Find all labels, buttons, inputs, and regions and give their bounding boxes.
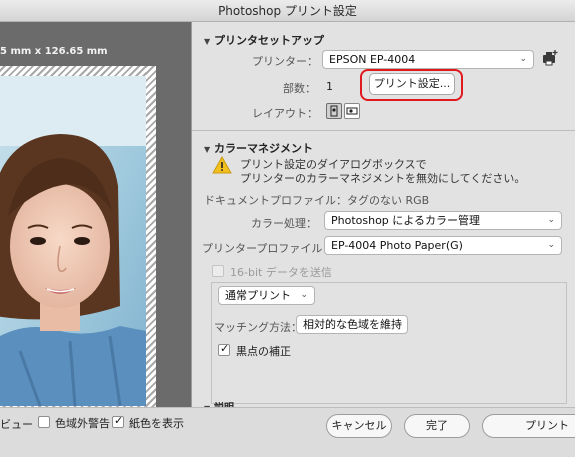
color-handling-value: Photoshop によるカラー管理 [331,214,480,227]
normal-print-value: 通常プリント [225,289,291,302]
chevron-down-icon: ⌄ [519,54,527,64]
printer-profile-label: プリンタープロファイル： [202,242,334,255]
preview-photo [0,76,146,406]
document-profile-text: ドキュメントプロファイル：タグのない RGB [204,194,430,207]
bottom-bar: ビュー 色域外警告 紙色を表示 キャンセル 完了 プリント [0,407,575,457]
add-printer-icon[interactable] [541,48,559,68]
chevron-down-icon: ⌄ [547,240,555,250]
printer-profile-value: EP-4004 Photo Paper(G) [331,239,463,252]
print-button[interactable]: プリント [482,414,575,438]
printer-select-value: EPSON EP-4004 [329,53,416,66]
send-16bit-checkbox[interactable] [212,265,224,277]
color-management-section-header[interactable]: ▼ カラーマネジメント [204,140,313,156]
landscape-layout-icon[interactable] [344,103,360,119]
print-settings-highlight [360,69,463,101]
copies-field[interactable]: 1 [326,80,333,93]
printer-profile-select[interactable]: EP-4004 Photo Paper(G) ⌄ [324,236,562,255]
paper-margin-top [0,66,156,76]
printer-setup-heading: プリンタセットアップ [214,34,324,47]
copies-label: 部数： [283,82,316,95]
black-point-label: 黒点の補正 [236,345,291,358]
color-handling-select[interactable]: Photoshop によるカラー管理 ⌄ [324,211,562,230]
normal-print-select[interactable]: 通常プリント ⌄ [218,286,315,305]
portrait-photo-image [0,76,146,406]
send-16bit-label: 16-bit データを送信 [230,266,332,279]
chevron-down-icon: ⌄ [547,215,555,225]
section-divider [192,130,575,131]
layout-label: レイアウト： [252,107,318,120]
paper-margin-right [146,66,156,416]
color-management-heading: カラーマネジメント [214,142,313,155]
printer-label: プリンター： [252,55,318,68]
black-point-checkbox[interactable] [218,342,230,356]
preview-option-label: ビュー [0,418,33,431]
window-title: Photoshop プリント設定 [0,0,575,22]
chevron-down-icon: ⌄ [300,290,308,300]
matching-method-label: マッチング方法： [214,321,302,334]
chevron-down-icon: ⌄ [393,319,401,329]
matching-method-value: 相対的な色域を維持 [303,318,402,331]
print-preview-pane: 5 mm x 126.65 mm [0,22,191,416]
portrait-layout-icon[interactable] [326,103,342,119]
cancel-button[interactable]: キャンセル [326,414,392,438]
print-dimensions-label: 5 mm x 126.65 mm [0,46,108,57]
warning-line-2: プリンターのカラーマネジメントを無効にしてください。 [240,172,526,185]
done-button[interactable]: 完了 [404,414,470,438]
printer-select[interactable]: EPSON EP-4004 ⌄ [322,50,534,69]
chevron-down-icon: ▼ [204,37,211,46]
color-handling-label: カラー処理： [251,217,317,230]
gamut-warning-label: 色域外警告 [55,417,110,430]
preview-paper [0,66,156,416]
warning-icon [212,155,232,174]
settings-panel: ▼ プリンタセットアップ プリンター： EPSON EP-4004 ⌄ 部数： 1… [191,22,575,414]
matching-method-select[interactable]: 相対的な色域を維持 ⌄ [296,315,408,334]
printer-setup-section-header[interactable]: ▼ プリンタセットアップ [204,32,324,48]
show-paper-color-checkbox[interactable] [112,414,124,428]
chevron-down-icon: ▼ [204,145,211,154]
show-paper-color-label: 紙色を表示 [129,417,184,430]
gamut-warning-checkbox[interactable] [38,416,50,428]
